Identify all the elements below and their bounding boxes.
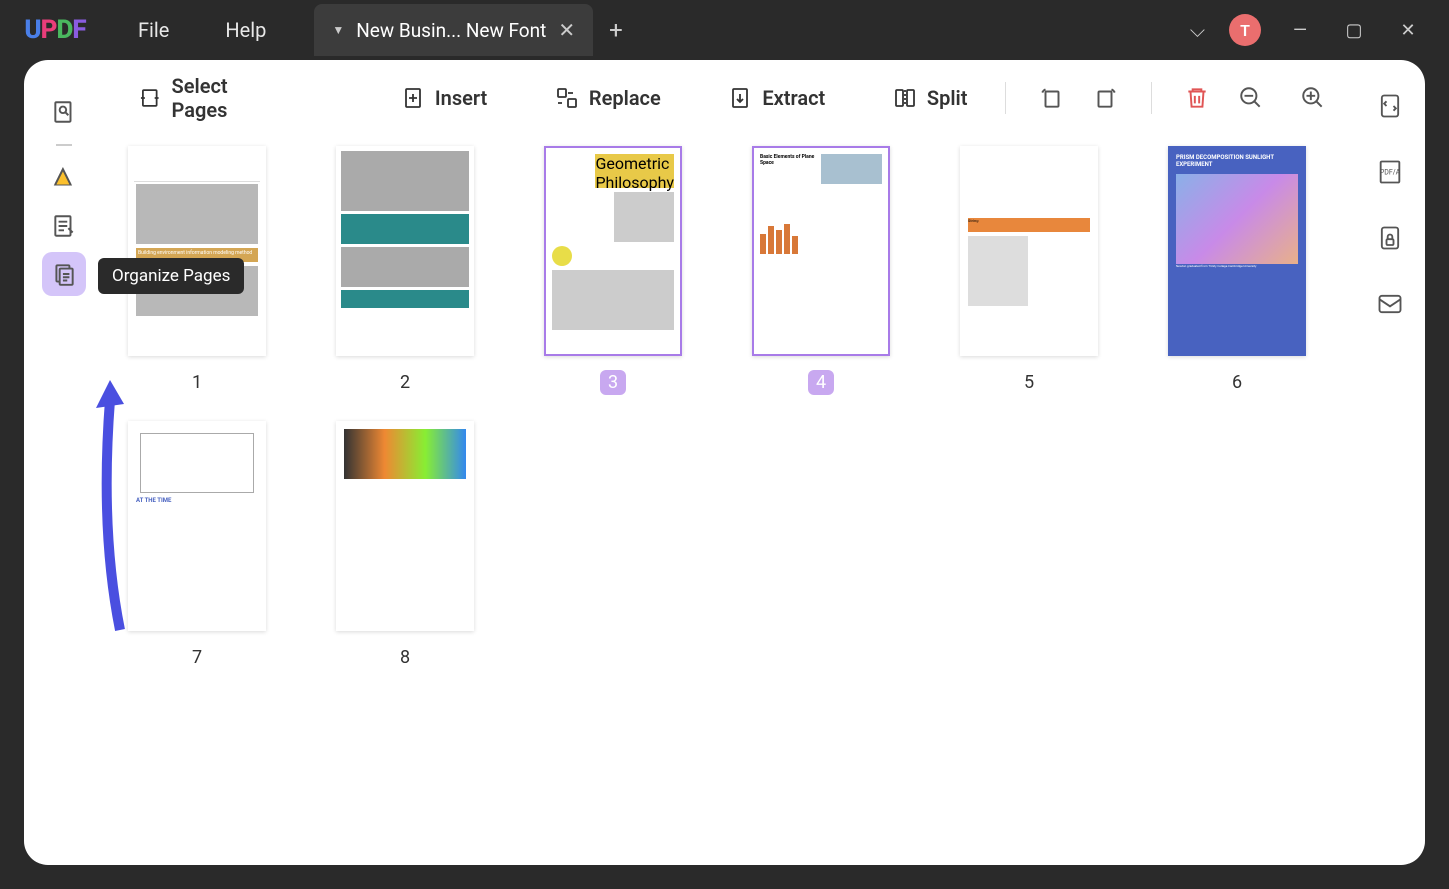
page-thumbnail[interactable]: AT THE TIME7 [128, 421, 266, 670]
app-logo: UPDF [0, 15, 110, 45]
pages-grid: Building environment information modelin… [124, 136, 1335, 865]
menu-help[interactable]: Help [197, 0, 294, 60]
left-sidebar: Organize Pages [24, 60, 104, 865]
page-thumbnail[interactable]: 8 [336, 421, 474, 670]
chevron-down-icon[interactable]: ⌵ [1190, 18, 1205, 42]
maximize-button[interactable]: ▢ [1339, 15, 1369, 45]
convert-tool[interactable] [1372, 88, 1408, 124]
titlebar: UPDF File Help ▼ New Busin... New Font ✕… [0, 0, 1449, 60]
rotate-right-button[interactable] [1084, 76, 1127, 120]
zoom-out-button[interactable] [1229, 76, 1273, 120]
close-button[interactable]: ✕ [1393, 15, 1423, 45]
insert-button[interactable]: Insert [387, 78, 501, 118]
page-thumbnail[interactable]: String5 [960, 146, 1098, 395]
replace-button[interactable]: Replace [541, 78, 675, 118]
tab-dropdown-icon[interactable]: ▼ [332, 23, 344, 37]
main-panel: Select Pages Insert Replace Extract Spli… [104, 60, 1355, 865]
main-menu: File Help [110, 0, 294, 60]
search-tool[interactable] [42, 90, 86, 134]
select-pages-button[interactable]: Select Pages [124, 66, 300, 130]
rotate-left-button[interactable] [1030, 76, 1073, 120]
comment-tool[interactable] [42, 156, 86, 200]
extract-button[interactable]: Extract [714, 78, 839, 118]
organize-pages-tool[interactable]: Organize Pages [42, 252, 86, 296]
zoom-in-button[interactable] [1291, 76, 1335, 120]
edit-tool[interactable] [42, 204, 86, 248]
pdfa-tool[interactable]: PDF/A [1372, 154, 1408, 190]
page-thumbnail[interactable]: 2 [336, 146, 474, 395]
tooltip: Organize Pages [98, 258, 244, 294]
page-thumbnail[interactable]: PRISM DECOMPOSITION SUNLIGHT EXPERIMENTN… [1168, 146, 1306, 395]
close-icon[interactable]: ✕ [558, 18, 575, 42]
workspace: Organize Pages Select Pages Insert Repla… [24, 60, 1425, 865]
minimize-button[interactable]: — [1285, 15, 1315, 45]
share-tool[interactable] [1372, 286, 1408, 322]
delete-button[interactable] [1176, 76, 1219, 120]
organize-toolbar: Select Pages Insert Replace Extract Spli… [124, 60, 1335, 136]
tab-title: New Busin... New Font [356, 19, 546, 42]
split-button[interactable]: Split [879, 78, 982, 118]
protect-tool[interactable] [1372, 220, 1408, 256]
add-tab-button[interactable]: + [609, 16, 623, 44]
page-thumbnail[interactable]: Geometric Philosophy3 [544, 146, 682, 395]
menu-file[interactable]: File [110, 0, 197, 60]
avatar[interactable]: T [1229, 14, 1261, 46]
tabs: ▼ New Busin... New Font ✕ + [314, 4, 622, 56]
active-tab[interactable]: ▼ New Busin... New Font ✕ [314, 4, 593, 56]
svg-text:PDF/A: PDF/A [1380, 168, 1401, 176]
right-sidebar: PDF/A [1355, 60, 1425, 865]
page-thumbnail[interactable]: Basic Elements of Plane Space4 [752, 146, 890, 395]
